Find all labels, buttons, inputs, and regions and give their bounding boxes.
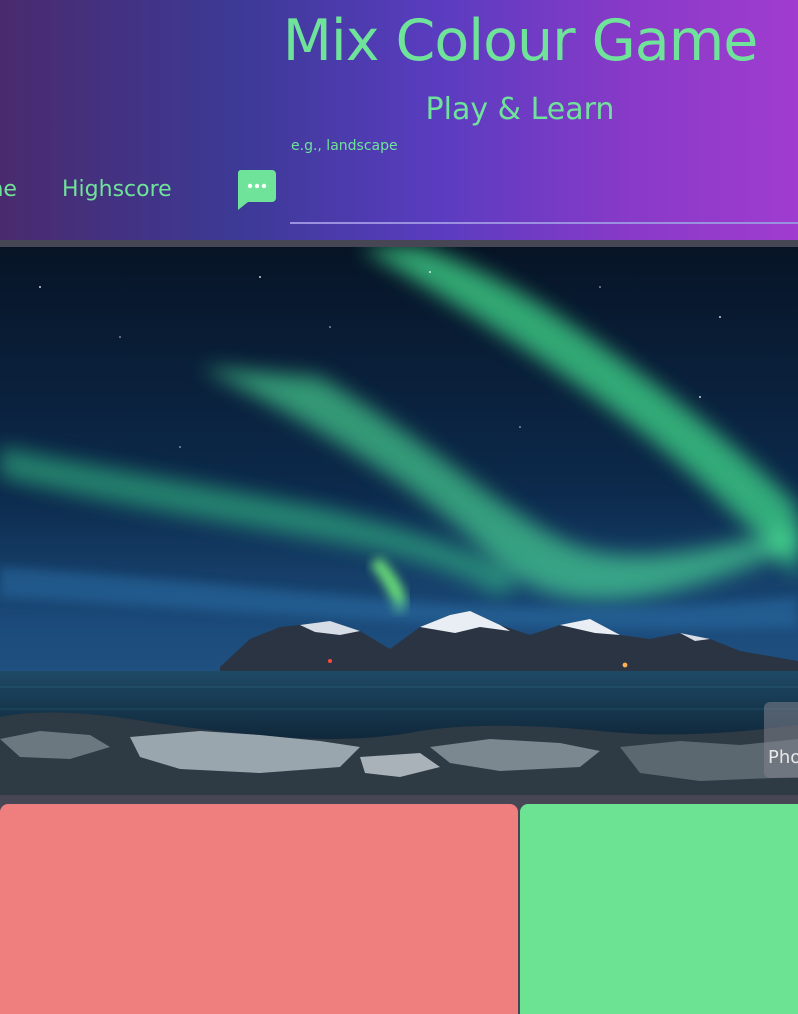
aurora-landscape-image	[0, 247, 798, 795]
search-field: e.g., landscape	[290, 134, 798, 228]
nav-home-link[interactable]: me	[0, 174, 17, 206]
hero-image	[0, 247, 798, 795]
color-option-right[interactable]	[520, 804, 798, 1014]
search-input[interactable]	[290, 156, 798, 224]
search-label: e.g., landscape	[291, 138, 398, 154]
photo-credit-button[interactable]: Pho	[764, 702, 798, 778]
page-subtitle: Play & Learn	[425, 92, 615, 127]
chat-button[interactable]	[234, 168, 278, 212]
page-title: Mix Colour Game	[282, 8, 759, 74]
color-option-left[interactable]	[0, 804, 518, 1014]
chat-bubble-icon	[237, 170, 276, 210]
nav-highscore-link[interactable]: Highscore	[62, 174, 172, 206]
header: Mix Colour Game Play & Learn me Highscor…	[0, 0, 798, 240]
